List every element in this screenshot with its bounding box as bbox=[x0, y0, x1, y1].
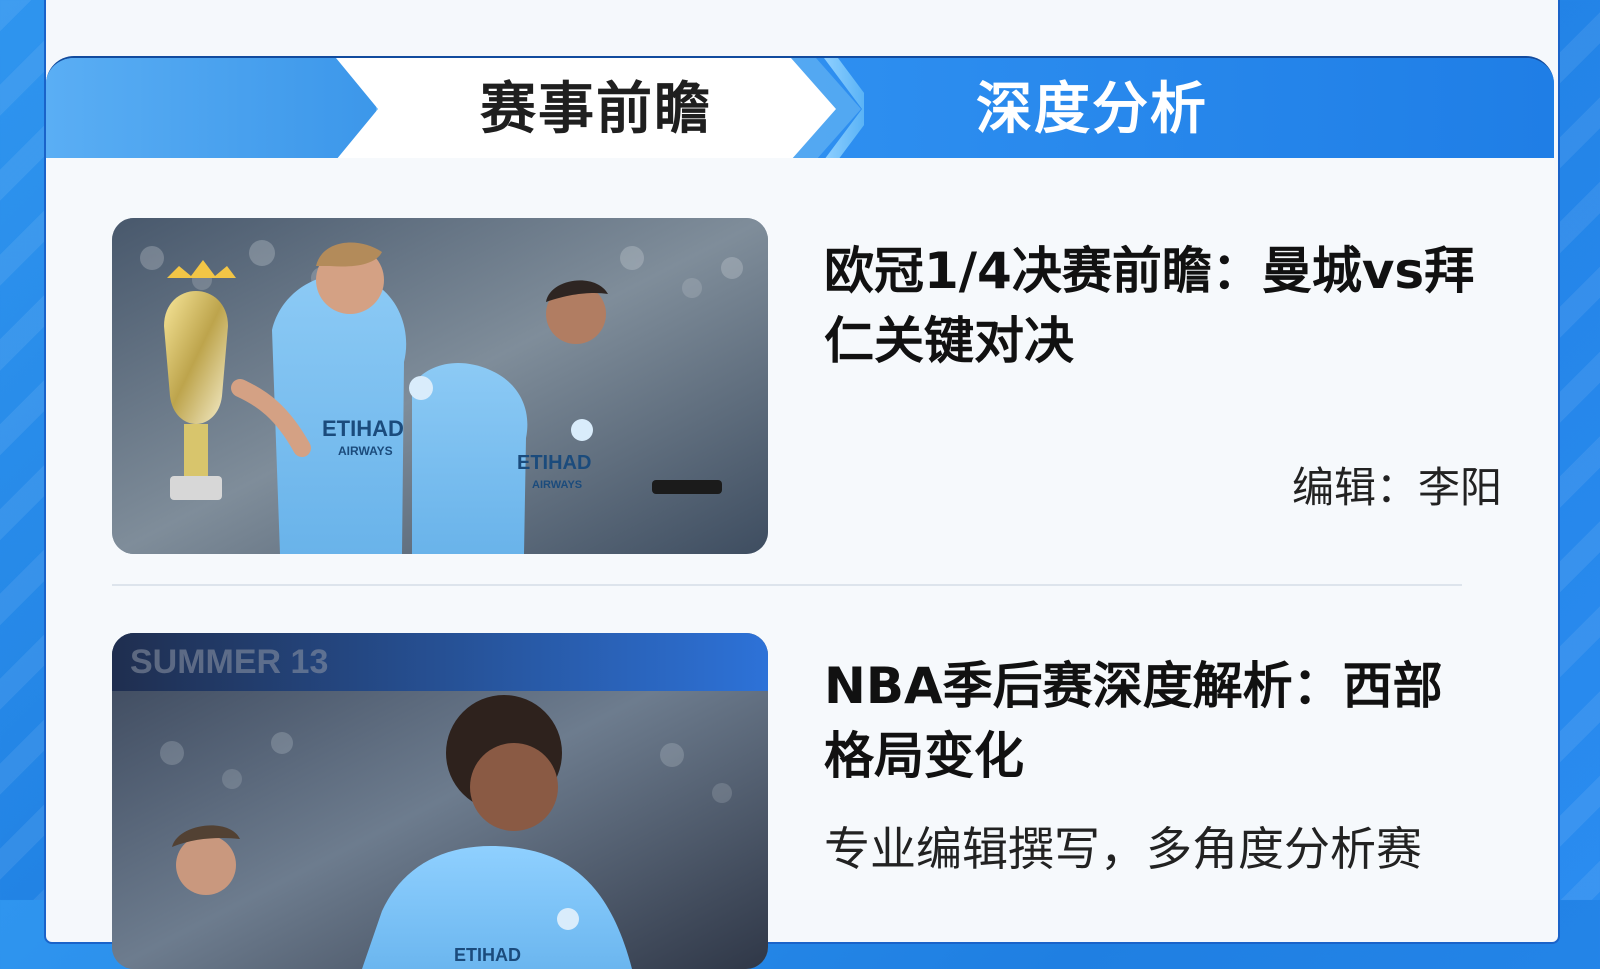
svg-text:ETIHAD: ETIHAD bbox=[454, 945, 521, 965]
svg-text:AIRWAYS: AIRWAYS bbox=[532, 479, 582, 491]
article-description: 专业编辑撰写，多角度分析赛 bbox=[824, 822, 1422, 876]
svg-text:ETIHAD: ETIHAD bbox=[517, 452, 591, 474]
tab-analysis-label[interactable]: 深度分析 bbox=[976, 82, 1208, 138]
tab-preview-label[interactable]: 赛事前瞻 bbox=[480, 77, 712, 142]
tab-bar: 赛事前瞻 深度分析 bbox=[46, 56, 1554, 160]
article-title[interactable]: NBA季后赛深度解析：西部格局变化 bbox=[824, 651, 1484, 791]
article-image: SUMMER 13 ETIHAD bbox=[112, 633, 768, 969]
article-editor: 编辑：李阳 bbox=[1291, 463, 1502, 512]
svg-text:AIRWAYS: AIRWAYS bbox=[338, 444, 393, 458]
tab-preview-label-wrap[interactable]: 赛事前瞻 bbox=[480, 82, 712, 138]
article-thumbnail[interactable]: ETIHAD AIRWAYS ETIHAD AIRWAYS bbox=[112, 218, 768, 554]
article-image: ETIHAD AIRWAYS ETIHAD AIRWAYS bbox=[112, 218, 768, 554]
article-list: ETIHAD AIRWAYS ETIHAD AIRWAYS 欧冠1/4决赛前瞻：… bbox=[46, 158, 1554, 969]
article-title[interactable]: 欧冠1/4决赛前瞻：曼城vs拜仁关键对决 bbox=[824, 236, 1484, 376]
svg-text:SUMMER 13: SUMMER 13 bbox=[130, 643, 328, 681]
article-divider bbox=[112, 584, 1462, 586]
svg-text:ETIHAD: ETIHAD bbox=[322, 416, 404, 441]
tab-left-background bbox=[46, 58, 376, 160]
article-thumbnail[interactable]: SUMMER 13 ETIHAD bbox=[112, 633, 768, 969]
